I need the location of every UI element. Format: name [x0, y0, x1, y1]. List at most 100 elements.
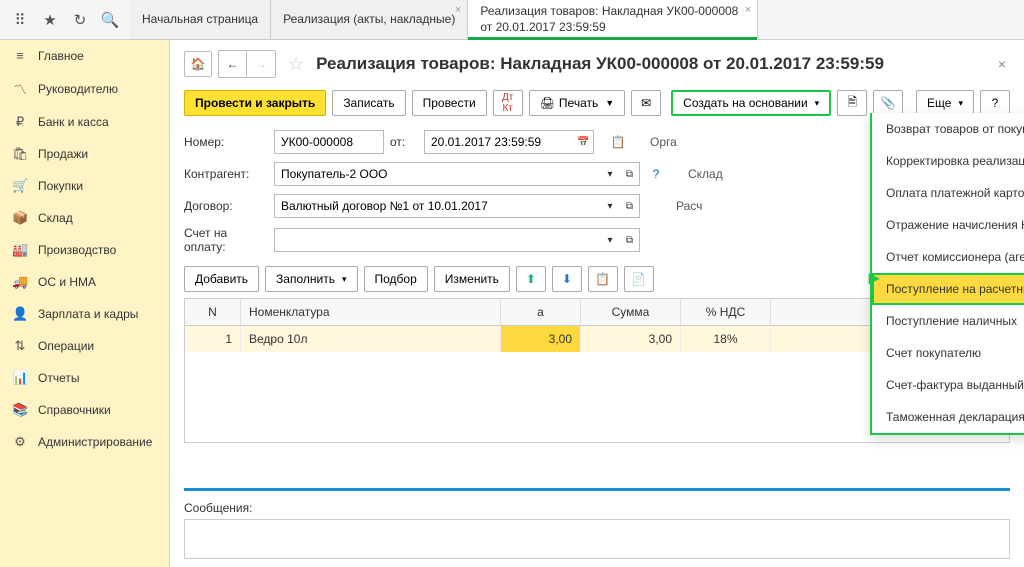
- sidebar-item-admin[interactable]: ⚙ Администрирование: [0, 426, 169, 458]
- star-icon[interactable]: ★: [36, 6, 64, 34]
- email-button[interactable]: ✉: [631, 90, 661, 116]
- sidebar-item-label: Руководителю: [38, 82, 118, 96]
- move-up-button[interactable]: ⬆: [516, 266, 546, 292]
- search-icon[interactable]: 🔍: [96, 6, 124, 34]
- post-close-button[interactable]: Провести и закрыть: [184, 90, 326, 116]
- sidebar-item-sales[interactable]: 🛍Продажи: [0, 138, 169, 170]
- help-link[interactable]: ?: [646, 164, 666, 184]
- home-button[interactable]: 🏠: [184, 51, 212, 77]
- dtkt-button[interactable]: ДтКт: [493, 90, 523, 116]
- sidebar-item-purchases[interactable]: 🛒Покупки: [0, 170, 169, 202]
- cell-vat: 18%: [681, 326, 771, 352]
- dd-item-cash-income[interactable]: Поступление наличных: [872, 305, 1024, 337]
- factory-icon: 🏭: [12, 242, 28, 258]
- sidebar-item-label: Производство: [38, 243, 116, 257]
- dd-item-correction[interactable]: Корректировка реализации: [872, 145, 1024, 177]
- paperclip-icon: 📎: [881, 96, 896, 110]
- sidebar-item-label: Склад: [38, 211, 73, 225]
- tab-home[interactable]: Начальная страница: [130, 0, 271, 39]
- sidebar-item-warehouse[interactable]: 📦Склад: [0, 202, 169, 234]
- create-based-button[interactable]: Создать на основании▾: [671, 90, 831, 116]
- invoice-input[interactable]: [274, 228, 600, 252]
- th-name[interactable]: Номенклатура: [241, 299, 501, 325]
- dd-item-vat[interactable]: Отражение начисления НДС: [872, 209, 1024, 241]
- dd-item-facture[interactable]: Счет-фактура выданный: [872, 369, 1024, 401]
- calendar-button[interactable]: 📅: [574, 130, 594, 154]
- sidebar-item-catalogs[interactable]: 📚Справочники: [0, 394, 169, 426]
- th-sum[interactable]: Сумма: [581, 299, 681, 325]
- gear-icon: ⚙: [12, 434, 28, 450]
- pick-button[interactable]: Подбор: [364, 266, 428, 292]
- sidebar-item-reports[interactable]: 📊Отчеты: [0, 362, 169, 394]
- forward-button[interactable]: →: [247, 51, 275, 77]
- counterparty-input[interactable]: [274, 162, 600, 186]
- number-input[interactable]: [274, 130, 384, 154]
- invoice-label: Счет на оплату:: [184, 226, 268, 254]
- print-button[interactable]: 🖨Печать▼: [529, 90, 625, 116]
- open-button[interactable]: ⧉: [620, 194, 640, 218]
- page-title: Реализация товаров: Накладная УК00-00000…: [316, 54, 988, 74]
- tab-realization-list[interactable]: Реализация (акты, накладные) ×: [271, 0, 468, 39]
- paste-button[interactable]: 📄: [624, 266, 654, 292]
- paste-icon: 📄: [631, 272, 646, 286]
- post-button[interactable]: Провести: [412, 90, 487, 116]
- fill-button[interactable]: Заполнить▾: [265, 266, 357, 292]
- barchart-icon: 📊: [12, 370, 28, 386]
- chart-icon: 〽: [12, 79, 28, 98]
- sidebar: ≡ Главное 〽 Руководителю ₽Банк и касса 🛍Пр…: [0, 40, 170, 567]
- date-input[interactable]: [424, 130, 574, 154]
- sidebar-item-label: Банк и касса: [38, 115, 109, 129]
- dd-item-invoice[interactable]: Счет покупателю: [872, 337, 1024, 369]
- apps-icon[interactable]: ⠿: [6, 6, 34, 34]
- related-button[interactable]: 🗎: [837, 90, 867, 116]
- sidebar-item-manager[interactable]: 〽 Руководителю: [0, 71, 169, 106]
- contract-input[interactable]: [274, 194, 600, 218]
- create-based-dropdown: ▸ Возврат товаров от покупателя Корректи…: [870, 113, 1024, 435]
- sidebar-item-salary[interactable]: 👤Зарплата и кадры: [0, 298, 169, 330]
- chevron-down-icon: ▾: [342, 274, 347, 285]
- status-icon[interactable]: 📋: [608, 132, 628, 152]
- contract-label: Договор:: [184, 199, 268, 213]
- arrow-down-icon: ⬇: [562, 272, 572, 286]
- th-n[interactable]: N: [185, 299, 241, 325]
- sidebar-item-label: Администрирование: [38, 435, 152, 449]
- open-button[interactable]: ⧉: [620, 228, 640, 252]
- dd-item-customs[interactable]: Таможенная декларация (экспорт): [872, 401, 1024, 433]
- truck-icon: 🚚: [12, 274, 28, 290]
- sidebar-item-bank[interactable]: ₽Банк и касса: [0, 106, 169, 138]
- arrow-indicator-icon: ▸: [869, 265, 879, 290]
- toolbar: Провести и закрыть Записать Провести ДтК…: [184, 86, 1010, 126]
- dropdown-button[interactable]: ▾: [600, 162, 620, 186]
- messages-box[interactable]: [184, 519, 1010, 559]
- dd-item-bank-income[interactable]: Поступление на расчетный счет: [872, 273, 1024, 305]
- edit-button[interactable]: Изменить: [434, 266, 510, 292]
- copy-button[interactable]: 📋: [588, 266, 618, 292]
- dropdown-button[interactable]: ▾: [600, 194, 620, 218]
- add-button[interactable]: Добавить: [184, 266, 259, 292]
- favorite-icon[interactable]: ☆: [288, 54, 304, 75]
- tab-realization-doc[interactable]: Реализация товаров: Накладная УК00-00000…: [468, 0, 758, 39]
- sidebar-item-label: Главное: [38, 49, 84, 63]
- open-button[interactable]: ⧉: [620, 162, 640, 186]
- sidebar-item-production[interactable]: 🏭 Производство: [0, 234, 169, 266]
- history-icon[interactable]: ↻: [66, 6, 94, 34]
- dd-item-return[interactable]: Возврат товаров от покупателя: [872, 113, 1024, 145]
- dropdown-button[interactable]: ▾: [600, 228, 620, 252]
- org-label-cut: Орга: [650, 135, 680, 149]
- back-button[interactable]: ←: [219, 51, 247, 77]
- move-down-button[interactable]: ⬇: [552, 266, 582, 292]
- sidebar-item-assets[interactable]: 🚚ОС и НМА: [0, 266, 169, 298]
- tab-close-icon[interactable]: ×: [455, 4, 461, 16]
- save-button[interactable]: Записать: [332, 90, 405, 116]
- th-vat[interactable]: % НДС: [681, 299, 771, 325]
- th-a[interactable]: а: [501, 299, 581, 325]
- messages-label: Сообщения:: [184, 497, 1010, 519]
- dd-item-card-payment[interactable]: Оплата платежной картой: [872, 177, 1024, 209]
- dd-item-commission-report[interactable]: Отчет комиссионера (агента) о продажах: [872, 241, 1024, 273]
- arrow-up-icon: ⬆: [526, 272, 536, 286]
- tab-close-icon[interactable]: ×: [745, 4, 751, 16]
- close-button[interactable]: ×: [994, 52, 1010, 76]
- menu-icon: ≡: [12, 48, 28, 63]
- sidebar-item-operations[interactable]: ⇅Операции: [0, 330, 169, 362]
- sidebar-item-main[interactable]: ≡ Главное: [0, 40, 169, 71]
